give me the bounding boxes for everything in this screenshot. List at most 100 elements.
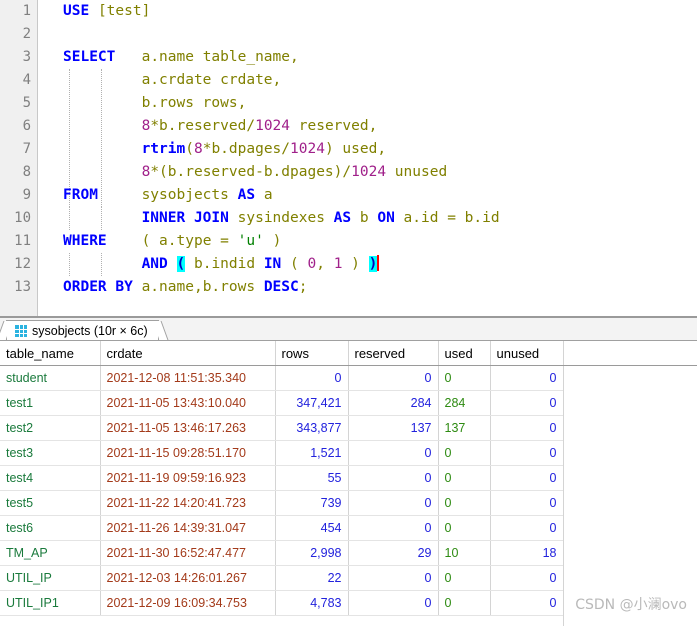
cell-crdate[interactable]: 2021-11-26 14:39:31.047 [100,515,276,541]
cell-unused[interactable]: 0 [490,440,564,466]
sql-editor-pane[interactable]: 1 2 3 4 5 6 7 8 9 10 11 12 13 USE [test] SELECT a.na… [0,0,697,316]
cell-reserved[interactable]: 0 [348,465,439,491]
table-row[interactable]: test5 2021-11-22 14:20:41.723 739 0 0 0 [0,490,564,516]
cell-used[interactable]: 0 [438,465,491,491]
cell-rows[interactable]: 347,421 [275,390,349,416]
column-header-reserved[interactable]: reserved [348,341,439,366]
cell-reserved[interactable]: 0 [348,490,439,516]
cell-unused[interactable]: 0 [490,515,564,541]
cell-table_name[interactable]: test2 [0,415,101,441]
line-number: 11 [14,233,31,249]
cell-used[interactable]: 0 [438,440,491,466]
table-row[interactable]: student 2021-12-08 11:51:35.340 0 0 0 0 [0,365,564,391]
code-line-9[interactable]: FROM sysobjects AS a [63,184,273,207]
tab-sysobjects-result[interactable]: sysobjects (10r × 6c) [6,320,159,340]
cell-unused[interactable]: 0 [490,415,564,441]
cell-rows[interactable]: 4,783 [275,590,349,616]
cell-used[interactable]: 10 [438,540,491,566]
cell-table_name[interactable]: test1 [0,390,101,416]
table-row[interactable]: test2 2021-11-05 13:46:17.263 343,877 137 13… [0,415,564,441]
cell-unused[interactable]: 0 [490,565,564,591]
code-line-7[interactable]: rtrim(8*b.dpages/1024) used, [63,138,386,161]
cell-unused[interactable]: 0 [490,490,564,516]
cell-crdate[interactable]: 2021-11-05 13:43:10.040 [100,390,276,416]
table-row[interactable]: test1 2021-11-05 13:43:10.040 347,421 284 28… [0,390,564,416]
code-line-1[interactable]: USE [test] [63,0,150,23]
table-row[interactable]: test3 2021-11-15 09:28:51.170 1,521 0 0 0 [0,440,564,466]
cell-reserved[interactable]: 29 [348,540,439,566]
cell-unused[interactable]: 0 [490,390,564,416]
column-header-crdate[interactable]: crdate [100,341,276,366]
cell-used[interactable]: 0 [438,565,491,591]
table-row[interactable]: UTIL_IP1 2021-12-09 16:09:34.753 4,783 0 0 0 [0,590,564,616]
cell-used[interactable]: 0 [438,515,491,541]
code-line-11[interactable]: WHERE ( a.type = 'u' ) [63,230,281,253]
cell-crdate[interactable]: 2021-12-08 11:51:35.340 [100,365,276,391]
column-header-unused[interactable]: unused [490,341,564,366]
column-header-table_name[interactable]: table_name [0,341,101,366]
line-number: 5 [22,95,31,111]
cell-used[interactable]: 0 [438,365,491,391]
cell-used[interactable]: 0 [438,590,491,616]
cell-rows[interactable]: 739 [275,490,349,516]
code-line-4[interactable]: a.crdate crdate, [63,69,282,92]
cell-reserved[interactable]: 0 [348,440,439,466]
code-line-13[interactable]: ORDER BY a.name,b.rows DESC; [63,276,307,299]
cell-table_name[interactable]: test3 [0,440,101,466]
cell-reserved[interactable]: 0 [348,590,439,616]
code-line-3[interactable]: SELECT a.name table_name, [63,46,299,69]
line-number: 4 [22,72,31,88]
table-row[interactable]: test6 2021-11-26 14:39:31.047 454 0 0 0 [0,515,564,541]
cell-rows[interactable]: 0 [275,365,349,391]
cell-crdate[interactable]: 2021-11-19 09:59:16.923 [100,465,276,491]
cell-rows[interactable]: 2,998 [275,540,349,566]
code-line-5[interactable]: b.rows rows, [63,92,247,115]
cell-unused[interactable]: 0 [490,465,564,491]
cell-reserved[interactable]: 0 [348,515,439,541]
table-row[interactable]: test4 2021-11-19 09:59:16.923 55 0 0 0 [0,465,564,491]
table-row[interactable]: TM_AP 2021-11-30 16:52:47.477 2,998 29 10 18 [0,540,564,566]
code-line-8[interactable]: 8*(b.reserved-b.dpages)/1024 unused [63,161,448,184]
code-area[interactable]: USE [test] SELECT a.name table_name, a.c… [38,0,697,316]
cell-table_name[interactable]: TM_AP [0,540,101,566]
cell-used[interactable]: 284 [438,390,491,416]
cell-used[interactable]: 0 [438,490,491,516]
cell-crdate[interactable]: 2021-11-15 09:28:51.170 [100,440,276,466]
code-line-2[interactable] [63,23,72,46]
cell-crdate[interactable]: 2021-11-22 14:20:41.723 [100,490,276,516]
cell-unused[interactable]: 0 [490,365,564,391]
cell-reserved[interactable]: 0 [348,565,439,591]
results-grid-pane[interactable]: table_name crdate rows reserved used unu… [0,341,697,626]
cell-rows[interactable]: 343,877 [275,415,349,441]
cell-crdate[interactable]: 2021-11-30 16:52:47.477 [100,540,276,566]
cell-unused[interactable]: 18 [490,540,564,566]
cell-used[interactable]: 137 [438,415,491,441]
cell-reserved[interactable]: 0 [348,365,439,391]
tab-label: sysobjects (10r × 6c) [32,323,148,338]
column-header-rows[interactable]: rows [275,341,349,366]
cell-table_name[interactable]: test6 [0,515,101,541]
code-line-6[interactable]: 8*b.reserved/1024 reserved, [63,115,378,138]
cell-table_name[interactable]: test5 [0,490,101,516]
text-caret [377,255,380,271]
code-line-10[interactable]: INNER JOIN sysindexes AS b ON a.id = b.i… [63,207,500,230]
cell-rows[interactable]: 454 [275,515,349,541]
code-line-12[interactable]: AND ( b.indid IN ( 0, 1 ) ) [63,253,380,276]
cell-crdate[interactable]: 2021-12-03 14:26:01.267 [100,565,276,591]
cell-crdate[interactable]: 2021-12-09 16:09:34.753 [100,590,276,616]
column-header-used[interactable]: used [438,341,491,366]
cell-rows[interactable]: 22 [275,565,349,591]
cell-rows[interactable]: 55 [275,465,349,491]
cell-table_name[interactable]: UTIL_IP1 [0,590,101,616]
cell-table_name[interactable]: student [0,365,101,391]
cell-rows[interactable]: 1,521 [275,440,349,466]
cell-reserved[interactable]: 137 [348,415,439,441]
cell-reserved[interactable]: 284 [348,390,439,416]
results-tabstrip: sysobjects (10r × 6c) [0,318,697,341]
cell-unused[interactable]: 0 [490,590,564,616]
cell-table_name[interactable]: UTIL_IP [0,565,101,591]
line-number: 10 [14,210,31,226]
table-row[interactable]: UTIL_IP 2021-12-03 14:26:01.267 22 0 0 0 [0,565,564,591]
cell-table_name[interactable]: test4 [0,465,101,491]
cell-crdate[interactable]: 2021-11-05 13:46:17.263 [100,415,276,441]
